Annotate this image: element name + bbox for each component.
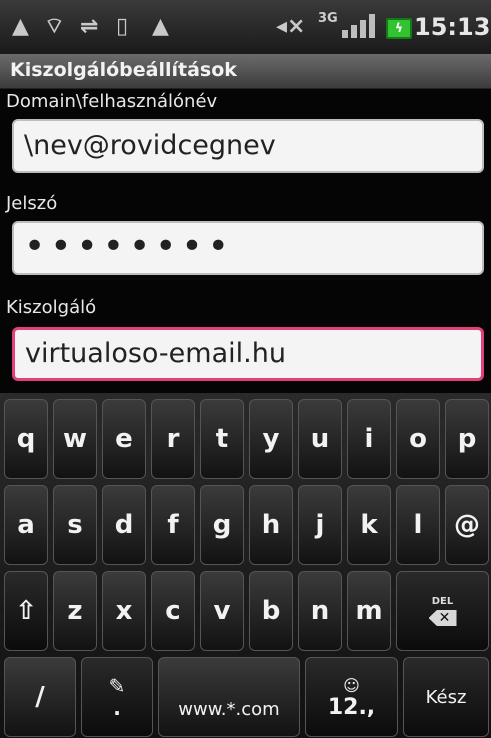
password-label: Jelszó xyxy=(6,193,58,214)
server-settings-form: Domain\felhasználónév \nev@rovidcegnev J… xyxy=(0,89,491,393)
warning-icon: ▲ xyxy=(152,14,169,39)
key-z[interactable]: z xyxy=(53,571,97,651)
key-m[interactable]: m xyxy=(347,571,391,651)
sim-icon: ▯ xyxy=(116,14,129,39)
key-v[interactable]: v xyxy=(200,571,244,651)
key-i[interactable]: i xyxy=(347,399,391,479)
signal-strength-icon xyxy=(342,14,376,38)
page-title: Kiszolgálóbeállítások xyxy=(10,59,237,81)
key-w[interactable]: w xyxy=(53,399,97,479)
symbols-key[interactable]: ☺ 12., xyxy=(305,657,398,737)
key-d[interactable]: d xyxy=(102,485,146,565)
key-o[interactable]: o xyxy=(396,399,440,479)
key-q[interactable]: q xyxy=(4,399,48,479)
clock: 15:13 xyxy=(414,13,491,41)
key-h[interactable]: h xyxy=(249,485,293,565)
usb-icon: ⇌ xyxy=(80,14,99,39)
dot-label: . xyxy=(113,696,121,720)
key-n[interactable]: n xyxy=(298,571,342,651)
password-field[interactable]: •••••••• xyxy=(12,221,484,275)
wifi-question-icon: ⌔ xyxy=(44,14,65,39)
shift-key[interactable]: ⇧ xyxy=(4,571,48,651)
key-l[interactable]: l xyxy=(396,485,440,565)
key-p[interactable]: p xyxy=(445,399,489,479)
muted-speaker-icon: ◂× xyxy=(276,14,306,39)
done-key[interactable]: Kész xyxy=(403,657,489,737)
key-y[interactable]: y xyxy=(249,399,293,479)
title-bar: Kiszolgálóbeállítások xyxy=(0,54,491,89)
key-f[interactable]: f xyxy=(151,485,195,565)
key-s[interactable]: s xyxy=(53,485,97,565)
shift-arrow-icon: ⇧ xyxy=(15,596,37,626)
www-com-label: www.*.com xyxy=(178,698,280,720)
key-a[interactable]: a xyxy=(4,485,48,565)
key-dot[interactable]: ✎ . xyxy=(81,657,153,737)
key-x[interactable]: x xyxy=(102,571,146,651)
key-at[interactable]: @ xyxy=(445,485,489,565)
soft-keyboard: q w e r t y u i o p a s d f g h j k l @ … xyxy=(0,393,491,738)
key-e[interactable]: e xyxy=(102,399,146,479)
key-slash[interactable]: / xyxy=(4,657,76,737)
key-u[interactable]: u xyxy=(298,399,342,479)
network-type: 3G xyxy=(318,11,338,26)
key-j[interactable]: j xyxy=(298,485,342,565)
key-r[interactable]: r xyxy=(151,399,195,479)
username-field[interactable]: \nev@rovidcegnev xyxy=(12,119,484,173)
smiley-icon: ☺ xyxy=(343,676,360,695)
status-bar: ▲ ⌔ ⇌ ▯ ▲ ◂× 3G ϟ 15:13 xyxy=(0,0,491,54)
server-label: Kiszolgáló xyxy=(6,297,97,318)
key-c[interactable]: c xyxy=(151,571,195,651)
key-g[interactable]: g xyxy=(200,485,244,565)
pencil-icon: ✎ xyxy=(108,674,126,698)
battery-icon: ϟ xyxy=(386,18,412,39)
server-field[interactable]: virtualoso-email.hu xyxy=(12,327,484,381)
key-b[interactable]: b xyxy=(249,571,293,651)
backspace-icon: ✕ xyxy=(428,610,457,626)
www-com-key[interactable]: www.*.com xyxy=(158,657,300,737)
delete-key[interactable]: DEL ✕ xyxy=(396,571,489,651)
done-label: Kész xyxy=(425,686,467,708)
delete-label: DEL xyxy=(431,596,454,607)
username-label: Domain\felhasználónév xyxy=(6,91,218,112)
symbols-label: 12., xyxy=(327,695,376,720)
key-k[interactable]: k xyxy=(347,485,391,565)
warning-icon: ▲ xyxy=(12,14,29,39)
key-t[interactable]: t xyxy=(200,399,244,479)
